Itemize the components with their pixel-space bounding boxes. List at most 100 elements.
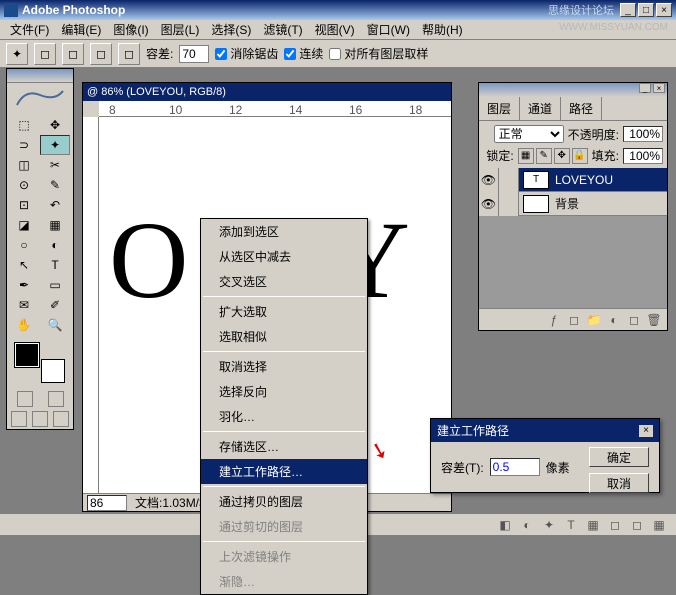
layer-name[interactable]: LOVEYOU bbox=[553, 173, 667, 187]
foreground-color[interactable] bbox=[15, 343, 39, 367]
sb-icon[interactable]: ◻ bbox=[628, 517, 646, 533]
visibility-icon[interactable]: 👁 bbox=[479, 168, 499, 192]
tool-wand[interactable]: ✦ bbox=[40, 135, 70, 155]
tab-paths[interactable]: 路径 bbox=[561, 97, 602, 120]
tool-marquee[interactable]: ⬚ bbox=[9, 115, 39, 135]
minimize-button[interactable]: _ bbox=[620, 3, 636, 17]
tool-pen[interactable]: ✒ bbox=[9, 275, 39, 295]
tool-crop[interactable]: ◫ bbox=[9, 155, 39, 175]
sb-icon[interactable]: ▦ bbox=[650, 517, 668, 533]
tool-hand[interactable]: ✋ bbox=[9, 315, 39, 335]
document-title[interactable]: @ 86% (LOVEYOU, RGB/8) bbox=[83, 83, 451, 101]
sb-icon[interactable]: ◻ bbox=[606, 517, 624, 533]
all-layers-checkbox[interactable] bbox=[329, 48, 341, 60]
tab-channels[interactable]: 通道 bbox=[520, 97, 561, 120]
maximize-button[interactable]: □ bbox=[638, 3, 654, 17]
ctx-layer-via-copy[interactable]: 通过拷贝的图层 bbox=[201, 489, 367, 514]
contiguous-checkbox[interactable] bbox=[284, 48, 296, 60]
tool-type[interactable]: T bbox=[40, 255, 70, 275]
tolerance-input[interactable] bbox=[179, 45, 209, 63]
close-button[interactable]: × bbox=[656, 3, 672, 17]
tool-lasso[interactable]: ⊃ bbox=[9, 135, 39, 155]
ctx-inverse[interactable]: 选择反向 bbox=[201, 379, 367, 404]
layer-delete-icon[interactable]: 🗑 bbox=[645, 312, 663, 328]
tool-brush[interactable]: ✎ bbox=[40, 175, 70, 195]
visibility-icon[interactable]: 👁 bbox=[479, 192, 499, 216]
panel-minimize-icon[interactable]: _ bbox=[639, 83, 651, 93]
menu-image[interactable]: 图像(I) bbox=[107, 19, 154, 40]
tool-eyedrop[interactable]: ✐ bbox=[40, 295, 70, 315]
sb-icon[interactable]: ✦ bbox=[540, 517, 558, 533]
standard-mode[interactable] bbox=[17, 391, 33, 407]
opacity-input[interactable] bbox=[623, 126, 663, 142]
layer-thumb[interactable]: T bbox=[523, 171, 549, 189]
tool-blur[interactable]: ○ bbox=[9, 235, 39, 255]
ctx-similar[interactable]: 选取相似 bbox=[201, 324, 367, 349]
menu-layer[interactable]: 图层(L) bbox=[155, 19, 206, 40]
tool-history[interactable]: ↶ bbox=[40, 195, 70, 215]
panel-close-icon[interactable]: × bbox=[653, 83, 665, 93]
selection-inter-button[interactable]: ◻ bbox=[118, 43, 140, 65]
ctx-make-work-path[interactable]: 建立工作路径… bbox=[201, 459, 367, 484]
link-cell[interactable] bbox=[499, 168, 519, 192]
dialog-close-button[interactable]: × bbox=[639, 425, 653, 437]
menu-file[interactable]: 文件(F) bbox=[4, 19, 55, 40]
tool-slice[interactable]: ✂ bbox=[40, 155, 70, 175]
tab-layers[interactable]: 图层 bbox=[479, 97, 520, 120]
fill-input[interactable] bbox=[623, 148, 663, 164]
background-color[interactable] bbox=[41, 359, 65, 383]
tolerance-dialog-input[interactable] bbox=[490, 458, 540, 476]
layer-name[interactable]: 背景 bbox=[553, 195, 667, 212]
menu-view[interactable]: 视图(V) bbox=[309, 19, 361, 40]
sb-icon[interactable]: ◐ bbox=[518, 517, 536, 533]
lock-paint-icon[interactable]: ✎ bbox=[536, 148, 552, 164]
menu-help[interactable]: 帮助(H) bbox=[416, 19, 469, 40]
tool-notes[interactable]: ✉ bbox=[9, 295, 39, 315]
selection-add-button[interactable]: ◻ bbox=[62, 43, 84, 65]
layer-row[interactable]: 👁 背景 bbox=[479, 192, 667, 216]
tool-path[interactable]: ↖ bbox=[9, 255, 39, 275]
screen-full[interactable] bbox=[53, 411, 69, 427]
lock-all-icon[interactable]: 🔒 bbox=[572, 148, 588, 164]
ctx-deselect[interactable]: 取消选择 bbox=[201, 354, 367, 379]
tool-preset-button[interactable]: ✦ bbox=[6, 43, 28, 65]
menu-select[interactable]: 选择(S) bbox=[205, 19, 257, 40]
selection-new-button[interactable]: ◻ bbox=[34, 43, 56, 65]
lock-move-icon[interactable]: ✥ bbox=[554, 148, 570, 164]
zoom-input[interactable]: 86 bbox=[87, 495, 127, 511]
cancel-button[interactable]: 取消 bbox=[589, 473, 649, 493]
antialias-checkbox[interactable] bbox=[215, 48, 227, 60]
menu-edit[interactable]: 编辑(E) bbox=[55, 19, 107, 40]
link-cell[interactable] bbox=[499, 192, 519, 216]
tool-eraser[interactable]: ◪ bbox=[9, 215, 39, 235]
menu-filter[interactable]: 滤镜(T) bbox=[257, 19, 308, 40]
menu-window[interactable]: 窗口(W) bbox=[361, 19, 416, 40]
layer-row[interactable]: 👁 T LOVEYOU bbox=[479, 168, 667, 192]
sb-icon[interactable]: T bbox=[562, 517, 580, 533]
layer-thumb[interactable] bbox=[523, 195, 549, 213]
layer-new-icon[interactable]: ◻ bbox=[625, 312, 643, 328]
panel-header[interactable]: _ × bbox=[479, 83, 667, 97]
sb-icon[interactable]: ◧ bbox=[496, 517, 514, 533]
tool-stamp[interactable]: ⊡ bbox=[9, 195, 39, 215]
layer-fx-icon[interactable]: ƒ bbox=[545, 312, 563, 328]
tool-move[interactable]: ✥ bbox=[40, 115, 70, 135]
tool-zoom[interactable]: 🔍 bbox=[40, 315, 70, 335]
blend-mode-select[interactable]: 正常 bbox=[494, 125, 564, 143]
ctx-add-to-selection[interactable]: 添加到选区 bbox=[201, 219, 367, 244]
screen-standard[interactable] bbox=[11, 411, 27, 427]
toolbox-header[interactable] bbox=[7, 69, 73, 83]
tool-dodge[interactable]: ◐ bbox=[40, 235, 70, 255]
ctx-grow[interactable]: 扩大选取 bbox=[201, 299, 367, 324]
screen-fullmenu[interactable] bbox=[32, 411, 48, 427]
ctx-subtract-selection[interactable]: 从选区中减去 bbox=[201, 244, 367, 269]
selection-sub-button[interactable]: ◻ bbox=[90, 43, 112, 65]
lock-transparent-icon[interactable]: ▦ bbox=[518, 148, 534, 164]
ctx-feather[interactable]: 羽化… bbox=[201, 404, 367, 429]
layer-adjust-icon[interactable]: ◐ bbox=[605, 312, 623, 328]
ctx-save-selection[interactable]: 存储选区… bbox=[201, 434, 367, 459]
sb-icon[interactable]: ▦ bbox=[584, 517, 602, 533]
ctx-intersect-selection[interactable]: 交叉选区 bbox=[201, 269, 367, 294]
layer-set-icon[interactable]: 📁 bbox=[585, 312, 603, 328]
tool-shape[interactable]: ▭ bbox=[40, 275, 70, 295]
